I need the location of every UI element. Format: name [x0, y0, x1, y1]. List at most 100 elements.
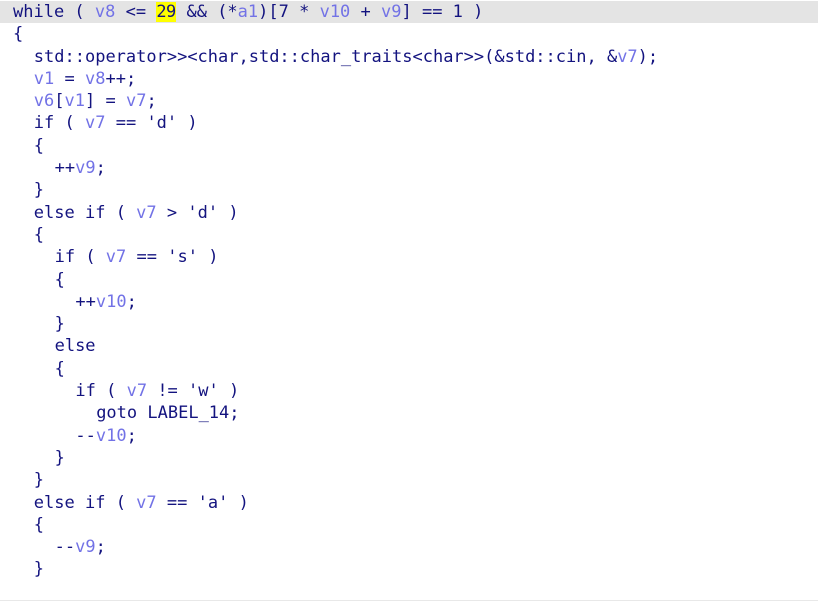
variable-token: v7: [125, 91, 147, 112]
punctuation-token: ;: [95, 537, 106, 558]
code-line[interactable]: v1 = v8++;: [0, 68, 818, 90]
punctuation-token: ==: [105, 113, 147, 134]
code-line[interactable]: std::operator>><char,std::char_traits<ch…: [0, 46, 818, 68]
punctuation-token: +: [350, 2, 382, 22]
code-line-content: while ( v8 <= 29 && (*a1)[7 * v10 + v9] …: [13, 1, 483, 23]
code-line-content: --v10;: [13, 425, 136, 447]
code-line-content: }: [13, 313, 65, 335]
code-line-content: if ( v7 == 's' ): [13, 246, 219, 268]
variable-token: v10: [319, 2, 351, 22]
code-line[interactable]: goto LABEL_14;: [0, 402, 818, 424]
punctuation-token: ++: [75, 291, 96, 312]
variable-token: v10: [95, 425, 127, 446]
variable-token: v8: [85, 68, 106, 89]
punctuation-token: ++;: [105, 68, 137, 89]
code-line-content: else if ( v7 > 'd' ): [13, 202, 239, 224]
code-line[interactable]: {: [0, 269, 818, 291]
code-line[interactable]: {: [0, 23, 818, 45]
punctuation-token: }: [33, 559, 45, 580]
code-line-content: }: [13, 447, 65, 469]
punctuation-token: }: [33, 470, 45, 491]
code-line-content: }: [13, 469, 44, 491]
code-line[interactable]: ++v10;: [0, 291, 818, 313]
code-line[interactable]: else if ( v7 > 'd' ): [0, 202, 818, 224]
code-line[interactable]: {: [0, 514, 818, 536]
punctuation-token: ;: [146, 91, 157, 112]
punctuation-token: }: [54, 447, 65, 468]
punctuation-token: {: [54, 358, 65, 379]
punctuation-token: ): [197, 247, 219, 268]
code-line-content: ++v9;: [13, 157, 106, 179]
keyword-token: else if: [33, 492, 106, 513]
code-line[interactable]: {: [0, 224, 818, 246]
code-line-content: {: [13, 514, 44, 536]
code-line[interactable]: {: [0, 358, 818, 380]
code-line-content: {: [13, 358, 65, 380]
keyword-token: if: [75, 381, 96, 402]
code-line-current[interactable]: while ( v8 <= 29 && (*a1)[7 * v10 + v9] …: [0, 1, 818, 24]
keyword-token: if: [33, 113, 55, 134]
punctuation-token: (: [95, 381, 127, 402]
code-line-content: else: [13, 335, 96, 357]
code-line[interactable]: if ( v7 == 'd' ): [0, 112, 818, 134]
punctuation-token: ;: [126, 291, 137, 312]
punctuation-token: --: [75, 425, 96, 446]
code-line-content: if ( v7 != 'w' ): [13, 380, 239, 402]
punctuation-token: );: [637, 46, 659, 67]
code-line[interactable]: }: [0, 558, 818, 580]
code-line[interactable]: }: [0, 179, 818, 201]
code-line[interactable]: }: [0, 447, 818, 469]
punctuation-token: ): [218, 202, 239, 223]
code-line-content: {: [13, 269, 65, 291]
keyword-token: else if: [33, 202, 106, 223]
code-line[interactable]: ++v9;: [0, 157, 818, 179]
punctuation-token: (: [54, 113, 85, 134]
variable-token: v9: [381, 2, 402, 22]
punctuation-token: ] =: [85, 91, 126, 112]
punctuation-token: ): [177, 113, 198, 134]
code-line[interactable]: --v10;: [0, 425, 818, 447]
code-line-content: {: [13, 135, 44, 157]
variable-token: v7: [85, 113, 106, 134]
code-line[interactable]: if ( v7 == 's' ): [0, 246, 818, 268]
code-line-content: }: [13, 179, 44, 201]
code-line-content: v1 = v8++;: [13, 68, 136, 90]
keyword-token: while: [13, 2, 65, 22]
code-line-content: goto LABEL_14;: [13, 402, 239, 424]
highlighted-token[interactable]: 9: [166, 2, 177, 22]
literal-token: 'w': [188, 381, 219, 402]
variable-token: v7: [105, 247, 127, 268]
punctuation-token: >: [156, 202, 188, 223]
code-line[interactable]: }: [0, 469, 818, 491]
code-line[interactable]: {: [0, 135, 818, 157]
punctuation-token: {: [33, 224, 45, 245]
punctuation-token: {: [33, 135, 45, 156]
code-line[interactable]: }: [0, 313, 818, 335]
code-line-content: {: [13, 23, 23, 45]
variable-token: v7: [136, 202, 157, 223]
code-line[interactable]: v6[v1] = v7;: [0, 90, 818, 112]
code-line-content: {: [13, 224, 44, 246]
code-line[interactable]: if ( v7 != 'w' ): [0, 380, 818, 402]
punctuation-token: ==: [156, 492, 198, 513]
literal-token: 's': [167, 247, 198, 268]
literal-token: 'a': [197, 492, 229, 513]
punctuation-token: {: [54, 269, 65, 290]
code-line-content: std::operator>><char,std::char_traits<ch…: [13, 46, 658, 68]
code-line[interactable]: else if ( v7 == 'a' ): [0, 492, 818, 514]
code-line[interactable]: else: [0, 335, 818, 357]
type-token: std::operator>><char,std::char_traits<ch…: [33, 46, 618, 67]
punctuation-token: [: [54, 91, 65, 112]
code-line[interactable]: --v9;: [0, 536, 818, 558]
punctuation-token: !=: [147, 381, 189, 402]
variable-token: a1: [237, 2, 259, 22]
punctuation-token: ): [228, 492, 249, 513]
variable-token: v9: [75, 158, 96, 179]
punctuation-token: =: [54, 68, 85, 89]
literal-token: 'd': [146, 113, 178, 134]
punctuation-token: (: [105, 202, 137, 223]
code-line-content: else if ( v7 == 'a' ): [13, 492, 249, 514]
punctuation-token: ++: [54, 158, 76, 179]
pseudocode-decompiler-view[interactable]: while ( v8 <= 29 && (*a1)[7 * v10 + v9] …: [0, 0, 818, 601]
punctuation-token: {: [33, 514, 45, 535]
